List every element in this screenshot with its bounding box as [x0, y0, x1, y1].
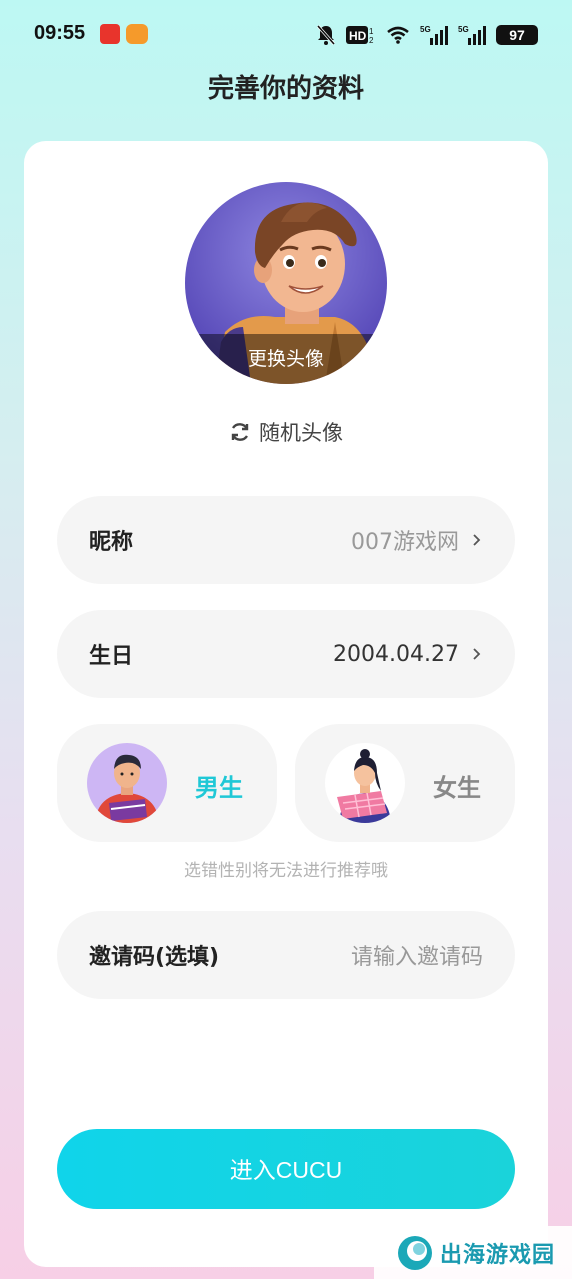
- watermark: 出海游戏园: [374, 1226, 572, 1279]
- signal-5g-icon: 5G: [458, 25, 486, 45]
- wifi-icon: [387, 26, 409, 44]
- enter-button[interactable]: 进入CUCU: [57, 1129, 515, 1209]
- status-bar: 09:55 HD 1 2 5G 5G 97: [0, 0, 572, 66]
- chevron-right-icon: [473, 534, 481, 546]
- mute-bell-icon: [316, 25, 336, 45]
- chevron-right-icon: [473, 648, 481, 660]
- nickname-value-wrap: 007游戏网: [351, 524, 483, 556]
- svg-text:5G: 5G: [458, 25, 469, 34]
- battery-icon: 97: [496, 25, 538, 45]
- nickname-label: 昵称: [89, 530, 134, 555]
- svg-text:2: 2: [369, 36, 374, 45]
- male-label: 男生: [195, 774, 243, 802]
- male-illustration: [95, 754, 159, 823]
- birthday-value: 2004.04.27: [333, 641, 459, 667]
- change-avatar-label[interactable]: 更换头像: [185, 334, 387, 384]
- refresh-icon: [231, 423, 249, 441]
- page-title: 完善你的资料: [207, 74, 364, 104]
- male-avatar: [87, 743, 167, 823]
- random-avatar-label: 随机头像: [259, 421, 343, 445]
- invite-code-input[interactable]: 请输入邀请码: [351, 939, 483, 971]
- birthday-label: 生日: [89, 644, 134, 669]
- nickname-field[interactable]: 昵称 007游戏网: [57, 496, 515, 584]
- nickname-value: 007游戏网: [351, 530, 459, 555]
- invite-code-field[interactable]: 邀请码(选填) 请输入邀请码: [57, 911, 515, 999]
- status-time: 09:55: [34, 22, 86, 44]
- status-right-icons: HD 1 2 5G 5G 97: [316, 22, 538, 48]
- hd-icon: HD 1 2: [346, 26, 374, 45]
- random-avatar-button[interactable]: 随机头像: [24, 417, 548, 447]
- signal-5g-icon: 5G: [420, 25, 448, 45]
- svg-text:5G: 5G: [420, 25, 431, 34]
- profile-card: 更换头像 随机头像 昵称 007游戏网 生日 2004.04.27 男生 女生 …: [24, 141, 548, 1267]
- gender-hint: 选错性别将无法进行推荐哦: [184, 861, 388, 881]
- watermark-text: 出海游戏园: [440, 1242, 556, 1268]
- female-illustration: [337, 749, 391, 823]
- svg-text:1: 1: [369, 27, 374, 36]
- invite-code-label: 邀请码(选填): [89, 945, 220, 970]
- female-avatar: [325, 743, 405, 823]
- notification-app-icon: [100, 24, 120, 44]
- food-app-icon: [126, 24, 148, 44]
- watermark-logo-icon: [398, 1235, 432, 1270]
- birthday-value-wrap: 2004.04.27: [333, 642, 483, 667]
- birthday-field[interactable]: 生日 2004.04.27: [57, 610, 515, 698]
- female-label: 女生: [433, 774, 481, 802]
- gender-female-option[interactable]: 女生: [295, 724, 515, 842]
- avatar[interactable]: 更换头像: [185, 182, 387, 384]
- gender-male-option[interactable]: 男生: [57, 724, 277, 842]
- svg-text:HD: HD: [349, 29, 367, 43]
